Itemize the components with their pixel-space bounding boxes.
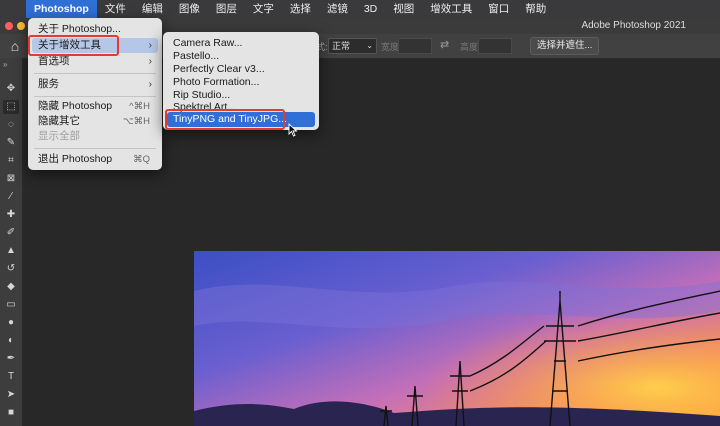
type-icon[interactable]: T: [3, 370, 19, 384]
menu-edit[interactable]: 编辑: [134, 0, 171, 18]
menu-select[interactable]: 选择: [282, 0, 319, 18]
menu-file[interactable]: 文件: [97, 0, 134, 18]
mouse-cursor-icon: [288, 123, 298, 137]
history-brush-icon[interactable]: ↺: [3, 262, 19, 276]
stamp-icon[interactable]: ▲: [3, 244, 19, 258]
pen-icon[interactable]: ✒: [3, 352, 19, 366]
menu-item-label: Perfectly Clear v3...: [173, 63, 265, 75]
close-window-button[interactable]: [5, 22, 13, 30]
dodge-icon[interactable]: ◐: [3, 334, 19, 348]
style-select[interactable]: 正常 ⌄: [328, 38, 377, 54]
menu-filter[interactable]: 滤镜: [319, 0, 356, 18]
menu-item-services[interactable]: 服务 ›: [32, 77, 158, 92]
menu-item-quit-photoshop[interactable]: 退出 Photoshop ⌘Q: [32, 152, 158, 167]
menu-image[interactable]: 图像: [171, 0, 208, 18]
menu-item-label: 隐藏 Photoshop: [38, 100, 113, 112]
swap-icon[interactable]: ⇄: [440, 38, 449, 51]
menu-separator: [34, 148, 156, 149]
width-input[interactable]: [398, 38, 432, 54]
window-title: Adobe Photoshop 2021: [581, 20, 686, 31]
height-input[interactable]: [478, 38, 512, 54]
menu-item-about-photoshop[interactable]: 关于 Photoshop...: [32, 22, 158, 37]
marquee-icon[interactable]: ⬚: [3, 100, 19, 114]
chevron-right-icon: ›: [148, 40, 152, 51]
menubar: Photoshop 文件 编辑 图像 图层 文字 选择 滤镜 3D 视图 增效工…: [0, 0, 720, 18]
eyedropper-icon[interactable]: ⁄: [3, 190, 19, 204]
minimize-window-button[interactable]: [17, 22, 25, 30]
gradient-icon[interactable]: ▭: [3, 298, 19, 312]
menu-item-label: 服务: [38, 78, 59, 90]
menu-item-label: 显示全部: [38, 130, 80, 142]
menu-item-label: Photo Formation...: [173, 76, 260, 88]
menu-item-label: Spektrel Art...: [173, 101, 237, 112]
submenu-item-spektrel-art[interactable]: Spektrel Art...: [167, 100, 315, 112]
chevron-down-icon: ⌄: [366, 41, 373, 50]
menu-item-label: TinyPNG and TinyJPG...: [173, 113, 287, 125]
rectangle-icon[interactable]: ■: [3, 406, 19, 420]
move-icon[interactable]: ✥: [3, 82, 19, 96]
menu-shortcut: ⌘Q: [133, 154, 150, 165]
menu-separator: [34, 73, 156, 74]
menu-item-about-plugins[interactable]: 关于增效工具 ›: [32, 38, 158, 53]
menu-3d[interactable]: 3D: [356, 0, 385, 18]
menu-item-hide-photoshop[interactable]: 隐藏 Photoshop ^⌘H: [32, 99, 158, 114]
healing-icon[interactable]: ✚: [3, 208, 19, 222]
menu-item-label: 退出 Photoshop: [38, 153, 113, 165]
menu-item-label: Pastello...: [173, 50, 220, 62]
eraser-icon[interactable]: ◆: [3, 280, 19, 294]
menu-item-show-all: 显示全部: [32, 129, 158, 144]
lasso-icon[interactable]: ◌: [3, 118, 19, 132]
home-icon[interactable]: ⌂: [6, 38, 24, 54]
frame-icon[interactable]: ⊠: [3, 172, 19, 186]
menu-photoshop[interactable]: Photoshop: [26, 0, 97, 18]
menu-item-preferences[interactable]: 首选项 ›: [32, 54, 158, 69]
menu-item-label: 关于 Photoshop...: [38, 23, 121, 35]
chevron-right-icon: ›: [148, 56, 152, 67]
path-select-icon[interactable]: ➤: [3, 388, 19, 402]
menu-window[interactable]: 窗口: [480, 0, 517, 18]
style-select-value: 正常: [332, 41, 351, 51]
plugins-submenu: Camera Raw... Pastello... Perfectly Clea…: [163, 32, 319, 130]
photoshop-menu: 关于 Photoshop... 关于增效工具 › 首选项 › 服务 › 隐藏 Phot…: [28, 18, 162, 170]
select-and-mask-button[interactable]: 选择并遮住...: [530, 37, 600, 55]
brush-icon[interactable]: ✐: [3, 226, 19, 240]
menu-item-label: 首选项: [38, 55, 70, 67]
document-image: [194, 251, 720, 426]
crop-icon[interactable]: ⌗: [3, 154, 19, 168]
menu-layer[interactable]: 图层: [208, 0, 245, 18]
menu-view[interactable]: 视图: [385, 0, 422, 18]
menu-item-label: 关于增效工具: [38, 39, 101, 51]
menu-type[interactable]: 文字: [245, 0, 282, 18]
menu-separator: [34, 96, 156, 97]
menu-item-label: 隐藏其它: [38, 115, 80, 127]
menu-help[interactable]: 帮助: [517, 0, 554, 18]
menu-item-label: Camera Raw...: [173, 37, 243, 49]
menu-item-hide-others[interactable]: 隐藏其它 ⌥⌘H: [32, 114, 158, 129]
menu-shortcut: ^⌘H: [129, 101, 150, 112]
chevron-right-icon: ›: [148, 79, 152, 90]
quick-select-icon[interactable]: ✎: [3, 136, 19, 150]
blur-icon[interactable]: ●: [3, 316, 19, 330]
menu-shortcut: ⌥⌘H: [122, 116, 150, 127]
sunset-power-lines-photo: [194, 251, 720, 426]
menu-plugins[interactable]: 增效工具: [422, 0, 480, 18]
collapse-chevron-icon[interactable]: »: [3, 60, 7, 69]
